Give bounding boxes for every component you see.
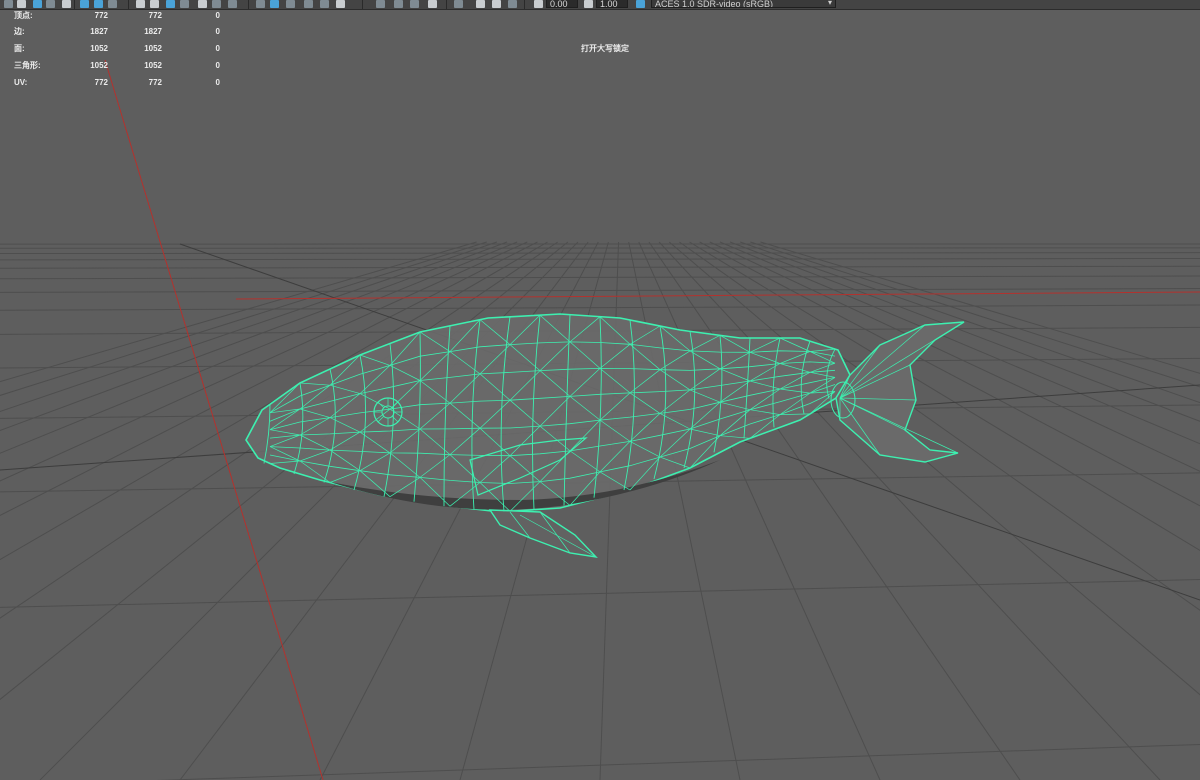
bookmark-icon[interactable] bbox=[46, 0, 55, 8]
hud-value-object: 772 bbox=[148, 11, 162, 20]
snap-icon[interactable] bbox=[94, 0, 103, 8]
wireframe-on-shaded-icon[interactable] bbox=[166, 0, 175, 8]
grid-line bbox=[0, 252, 1200, 255]
hud-value-selected: 0 bbox=[215, 78, 220, 87]
grid-line bbox=[648, 241, 1021, 780]
gamma-field[interactable]: 1.00 bbox=[596, 0, 628, 8]
viewport-toolbar: 0.00 1.00 ACES 1.0 SDR-video (sRGB) ▾ bbox=[0, 0, 1200, 10]
gamma-icon[interactable] bbox=[584, 0, 593, 8]
x-axis-line bbox=[235, 291, 1200, 300]
grid-line bbox=[0, 241, 518, 454]
grid-line bbox=[0, 241, 528, 482]
grid-line bbox=[750, 241, 1200, 388]
depth-of-field-icon[interactable] bbox=[336, 0, 345, 8]
grid-line bbox=[638, 241, 881, 780]
grid-line bbox=[0, 241, 508, 432]
shadows-icon[interactable] bbox=[212, 0, 221, 8]
hud-value-scene: 1827 bbox=[90, 27, 108, 36]
hud-value-selected: 0 bbox=[215, 11, 220, 20]
color-space-dropdown[interactable]: ACES 1.0 SDR-video (sRGB) ▾ bbox=[651, 0, 836, 8]
hud-value-object: 1052 bbox=[144, 44, 162, 53]
hud-value-object: 1827 bbox=[144, 27, 162, 36]
grid-line bbox=[0, 265, 1200, 269]
color-space-label: ACES 1.0 SDR-video (sRGB) bbox=[655, 0, 774, 8]
hud-value-object: 1052 bbox=[144, 61, 162, 70]
chevron-down-icon: ▾ bbox=[827, 0, 832, 7]
gate-mask-icon[interactable] bbox=[376, 0, 385, 8]
frame-all-icon[interactable] bbox=[476, 0, 485, 8]
resolution-gate-icon[interactable] bbox=[454, 0, 463, 8]
hud-row-uvs: UV: 772 772 0 bbox=[0, 77, 230, 91]
grid-icon[interactable] bbox=[80, 0, 89, 8]
hud-value-selected: 0 bbox=[215, 61, 220, 70]
anti-aliasing-icon[interactable] bbox=[320, 0, 329, 8]
scene-view[interactable] bbox=[0, 0, 1200, 780]
caps-lock-indicator: 打开大写锁定 bbox=[581, 44, 629, 53]
hud-row-vertices: 顶点: 772 772 0 bbox=[0, 10, 230, 24]
xray-icon[interactable] bbox=[270, 0, 279, 8]
field-chart-icon[interactable] bbox=[394, 0, 403, 8]
frame-selected-icon[interactable] bbox=[492, 0, 501, 8]
hud-value-selected: 0 bbox=[215, 44, 220, 53]
color-management-icon[interactable] bbox=[636, 0, 645, 8]
grid-line bbox=[0, 288, 1200, 293]
film-gate-icon[interactable] bbox=[108, 0, 117, 8]
hud-value-scene: 772 bbox=[94, 11, 108, 20]
grid-line bbox=[0, 257, 1200, 261]
hud-value-scene: 1052 bbox=[90, 44, 108, 53]
isolate-icon[interactable] bbox=[256, 0, 265, 8]
hud-value-scene: 1052 bbox=[90, 61, 108, 70]
grid-line bbox=[679, 241, 1200, 611]
safe-title-icon[interactable] bbox=[428, 0, 437, 8]
camera-icon[interactable] bbox=[17, 0, 26, 8]
hud-label: 面: bbox=[14, 44, 25, 53]
grid-line bbox=[668, 241, 1200, 696]
hud-value-object: 772 bbox=[148, 78, 162, 87]
hud-value-scene: 772 bbox=[94, 78, 108, 87]
exposure-icon[interactable] bbox=[534, 0, 543, 8]
grid-line bbox=[740, 241, 1200, 404]
motion-blur-icon[interactable] bbox=[304, 0, 313, 8]
hud-row-edges: 边: 1827 1827 0 bbox=[0, 26, 230, 40]
textured-icon[interactable] bbox=[180, 0, 189, 8]
hud-row-faces: 面: 1052 1052 0 bbox=[0, 43, 230, 57]
fish-pectoral-fin bbox=[488, 509, 598, 559]
fish-tail bbox=[835, 321, 965, 463]
fish-mesh[interactable] bbox=[245, 313, 965, 559]
safe-action-icon[interactable] bbox=[410, 0, 419, 8]
grid-line bbox=[0, 241, 538, 516]
ambient-occlusion-icon[interactable] bbox=[228, 0, 237, 8]
hud-label: 三角形: bbox=[14, 61, 41, 70]
xray-joints-icon[interactable] bbox=[286, 0, 295, 8]
grid-line bbox=[0, 241, 498, 413]
grid-line bbox=[0, 579, 1200, 608]
grid-line bbox=[0, 275, 1200, 280]
hud-label: 边: bbox=[14, 27, 25, 36]
viewport-panel[interactable]: 0.00 1.00 ACES 1.0 SDR-video (sRGB) ▾ 顶点… bbox=[0, 0, 1200, 780]
hud-label: UV: bbox=[14, 78, 28, 87]
hud-row-triangles: 三角形: 1052 1052 0 bbox=[0, 60, 230, 74]
view-icon[interactable] bbox=[4, 0, 13, 8]
hud-icon[interactable] bbox=[508, 0, 517, 8]
grid-line bbox=[729, 241, 1200, 422]
grid-line bbox=[0, 241, 487, 396]
wireframe-icon[interactable] bbox=[136, 0, 145, 8]
smooth-shade-icon[interactable] bbox=[150, 0, 159, 8]
hud-label: 顶点: bbox=[14, 11, 33, 20]
grid-line bbox=[658, 241, 1161, 780]
select-camera-icon[interactable] bbox=[33, 0, 42, 8]
pan-icon[interactable] bbox=[62, 0, 71, 8]
exposure-field[interactable]: 0.00 bbox=[546, 0, 578, 8]
hud-value-selected: 0 bbox=[215, 27, 220, 36]
lighting-icon[interactable] bbox=[198, 0, 207, 8]
